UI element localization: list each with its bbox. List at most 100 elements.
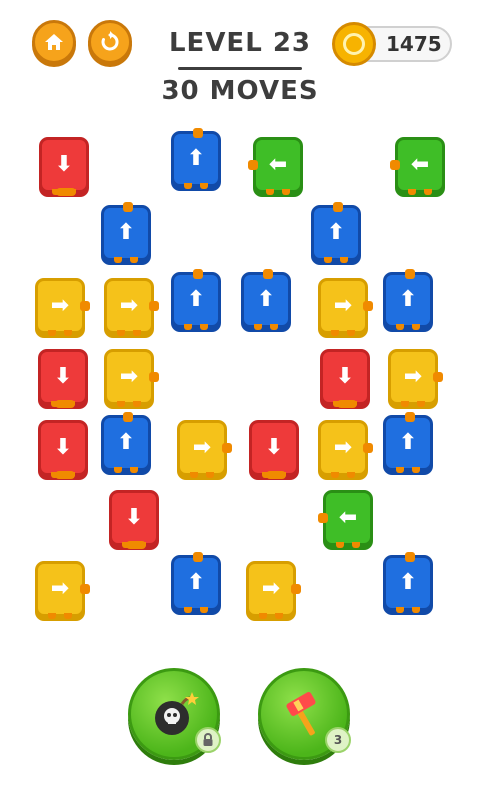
tile-foot bbox=[52, 189, 60, 195]
tile-foot bbox=[48, 330, 56, 336]
tile-foot bbox=[114, 257, 122, 263]
arrow-up-icon: ⬆ bbox=[116, 430, 136, 455]
arrow-right-icon: ➡ bbox=[333, 293, 353, 318]
tile-foot bbox=[396, 467, 404, 473]
tile-blue-up[interactable]: ⬆ bbox=[241, 269, 291, 330]
tile-yellow-right[interactable]: ➡ bbox=[104, 349, 159, 407]
tile-foot bbox=[340, 257, 348, 263]
tile-blue-up[interactable]: ⬆ bbox=[171, 128, 221, 189]
tile-tag bbox=[193, 552, 203, 562]
tile-red-down[interactable]: ⬇ bbox=[249, 420, 299, 479]
hammer-icon bbox=[286, 692, 316, 736]
tile-tag bbox=[193, 128, 203, 138]
tile-red-down[interactable]: ⬇ bbox=[38, 420, 88, 479]
tile-blue-up[interactable]: ⬆ bbox=[383, 269, 433, 330]
tile-yellow-right[interactable]: ➡ bbox=[35, 561, 90, 619]
tile-foot bbox=[184, 324, 192, 330]
arrow-down-icon: ⬇ bbox=[335, 364, 355, 389]
tile-tag bbox=[80, 584, 90, 594]
tile-foot bbox=[331, 330, 339, 336]
tile-foot bbox=[424, 189, 432, 195]
tile-tag bbox=[291, 584, 301, 594]
tile-red-down[interactable]: ⬇ bbox=[320, 349, 370, 408]
tile-foot bbox=[331, 472, 339, 478]
tile-foot bbox=[417, 401, 425, 407]
arrow-right-icon: ➡ bbox=[50, 293, 70, 318]
tile-foot bbox=[122, 542, 130, 548]
tile-green-left[interactable]: ⬅ bbox=[390, 137, 445, 195]
tile-yellow-right[interactable]: ➡ bbox=[318, 420, 373, 478]
tile-foot bbox=[349, 401, 357, 407]
tile-green-left[interactable]: ⬅ bbox=[318, 490, 373, 548]
tile-foot bbox=[282, 189, 290, 195]
tile-foot bbox=[130, 467, 138, 473]
game-board: ⬇ ⬆ ⬅ ⬅ ⬆ ⬆ ➡ ➡ ⬆ ⬆ ➡ ⬆ ⬇ ➡ ⬇ ➡ ⬇ ⬆ ➡ ⬇ ➡ ⬆ ⬇ ⬅ ➡ ⬆ ➡ ⬆ bbox=[0, 0, 480, 800]
tile-tag bbox=[80, 301, 90, 311]
tile-tag bbox=[248, 160, 258, 170]
arrow-right-icon: ➡ bbox=[50, 576, 70, 601]
arrow-up-icon: ⬆ bbox=[186, 287, 206, 312]
tile-foot bbox=[259, 613, 267, 619]
tile-foot bbox=[324, 257, 332, 263]
arrow-up-icon: ⬆ bbox=[186, 146, 206, 171]
tile-tag bbox=[333, 202, 343, 212]
arrow-up-icon: ⬆ bbox=[326, 220, 346, 245]
tile-foot bbox=[396, 324, 404, 330]
tile-blue-up[interactable]: ⬆ bbox=[171, 269, 221, 330]
tile-foot bbox=[254, 324, 262, 330]
tile-tag bbox=[123, 202, 133, 212]
tile-tag bbox=[149, 372, 159, 382]
tile-tag bbox=[263, 269, 273, 279]
arrow-right-icon: ➡ bbox=[119, 364, 139, 389]
tile-yellow-right[interactable]: ➡ bbox=[177, 420, 232, 478]
tile-yellow-right[interactable]: ➡ bbox=[104, 278, 159, 336]
tile-foot bbox=[200, 324, 208, 330]
arrow-down-icon: ⬇ bbox=[53, 364, 73, 389]
tile-foot bbox=[401, 401, 409, 407]
tile-red-down[interactable]: ⬇ bbox=[39, 137, 89, 196]
tile-foot bbox=[270, 324, 278, 330]
tile-foot bbox=[336, 542, 344, 548]
arrow-down-icon: ⬇ bbox=[264, 435, 284, 460]
tile-foot bbox=[347, 330, 355, 336]
tile-foot bbox=[262, 472, 270, 478]
tile-foot bbox=[130, 257, 138, 263]
tile-yellow-right[interactable]: ➡ bbox=[246, 561, 301, 619]
tile-green-left[interactable]: ⬅ bbox=[248, 137, 303, 195]
tile-foot bbox=[278, 472, 286, 478]
tile-foot bbox=[200, 183, 208, 189]
tile-foot bbox=[133, 401, 141, 407]
tile-tag bbox=[363, 443, 373, 453]
hammer-powerup-button[interactable]: 3 bbox=[258, 668, 351, 760]
bomb-powerup-button[interactable] bbox=[128, 668, 221, 760]
tile-tag bbox=[433, 372, 443, 382]
tile-tag bbox=[193, 269, 203, 279]
tile-yellow-right[interactable]: ➡ bbox=[388, 349, 443, 407]
tile-red-down[interactable]: ⬇ bbox=[38, 349, 88, 408]
arrow-down-icon: ⬇ bbox=[53, 435, 73, 460]
tile-blue-up[interactable]: ⬆ bbox=[311, 202, 361, 263]
tile-tag bbox=[405, 269, 415, 279]
tile-foot bbox=[200, 607, 208, 613]
tile-blue-up[interactable]: ⬆ bbox=[383, 412, 433, 473]
arrow-up-icon: ⬆ bbox=[398, 287, 418, 312]
tile-foot bbox=[114, 467, 122, 473]
tile-blue-up[interactable]: ⬆ bbox=[101, 202, 151, 263]
tile-blue-up[interactable]: ⬆ bbox=[171, 552, 221, 613]
tile-red-down[interactable]: ⬇ bbox=[109, 490, 159, 549]
arrow-up-icon: ⬆ bbox=[186, 570, 206, 595]
arrow-up-icon: ⬆ bbox=[398, 570, 418, 595]
tile-foot bbox=[190, 472, 198, 478]
tile-foot bbox=[184, 183, 192, 189]
lock-badge bbox=[195, 727, 221, 753]
bomb-icon bbox=[155, 692, 199, 735]
tile-yellow-right[interactable]: ➡ bbox=[318, 278, 373, 336]
arrow-down-icon: ⬇ bbox=[54, 152, 74, 177]
arrow-right-icon: ➡ bbox=[119, 293, 139, 318]
tile-blue-up[interactable]: ⬆ bbox=[101, 412, 151, 473]
hammer-count-badge: 3 bbox=[325, 727, 351, 753]
tile-blue-up[interactable]: ⬆ bbox=[383, 552, 433, 613]
tile-yellow-right[interactable]: ➡ bbox=[35, 278, 90, 336]
tile-foot bbox=[206, 472, 214, 478]
tile-foot bbox=[266, 189, 274, 195]
